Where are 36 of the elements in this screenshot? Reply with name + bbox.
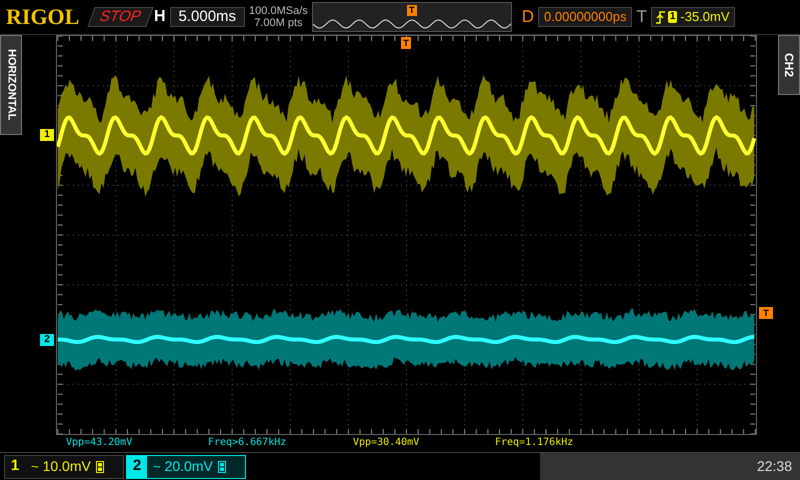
bandwidth-limit-icon xyxy=(218,460,226,472)
measurement-readout: Freq=1.176kHz xyxy=(495,437,574,449)
trigger-label: T xyxy=(636,6,647,28)
rising-edge-icon xyxy=(656,10,665,24)
horizontal-tab[interactable]: HORIZONTAL xyxy=(0,35,22,135)
channel-number: 1 xyxy=(10,456,20,476)
bandwidth-limit-icon xyxy=(96,460,104,472)
channel-marker[interactable]: 2 xyxy=(40,334,54,346)
run-state[interactable]: STOP xyxy=(88,7,154,27)
trigger-position-marker[interactable]: T xyxy=(401,37,411,49)
channel-marker[interactable]: 1 xyxy=(40,129,54,141)
timebase-label: H xyxy=(154,7,166,27)
trigger-settings[interactable]: 1 -35.0mV xyxy=(650,7,735,27)
waveform-overview-icon xyxy=(312,18,511,30)
delay-label: D xyxy=(522,6,534,28)
trigger-position-marker: T xyxy=(406,5,417,16)
memory-depth: 7.00M pts xyxy=(254,17,303,29)
channel-scale: 10.0mV xyxy=(42,457,91,476)
channel-scale: 20.0mV xyxy=(164,457,213,476)
channel-scale-tab[interactable]: 2 ~ 20.0mV xyxy=(126,454,246,478)
measurement-readout: Vpp=43.20mV xyxy=(66,437,132,449)
trigger-level: -35.0mV xyxy=(680,8,730,26)
brand-logo: RIGOL xyxy=(6,6,80,28)
sample-rate: 100.0MSa/s xyxy=(249,5,308,17)
delay-value[interactable]: 0.00000000ps xyxy=(538,7,632,27)
clock: 22:38 xyxy=(756,457,792,476)
coupling-symbol: ~ xyxy=(153,458,161,476)
channel-number: 2 xyxy=(127,454,147,478)
measurement-readout: Freq>6.667kHz xyxy=(208,437,286,449)
timebase-value[interactable]: 5.000ms xyxy=(170,7,246,27)
measurement-readout: Vpp=30.40mV xyxy=(353,437,420,449)
trigger-channel: 1 xyxy=(668,11,678,23)
coupling-symbol: ~ xyxy=(31,458,39,476)
channel-scale-tab[interactable]: 1 ~ 10.0mV xyxy=(4,454,124,478)
ch2-tab[interactable]: CH2 xyxy=(778,35,800,95)
trigger-level-marker[interactable]: T xyxy=(759,307,773,319)
